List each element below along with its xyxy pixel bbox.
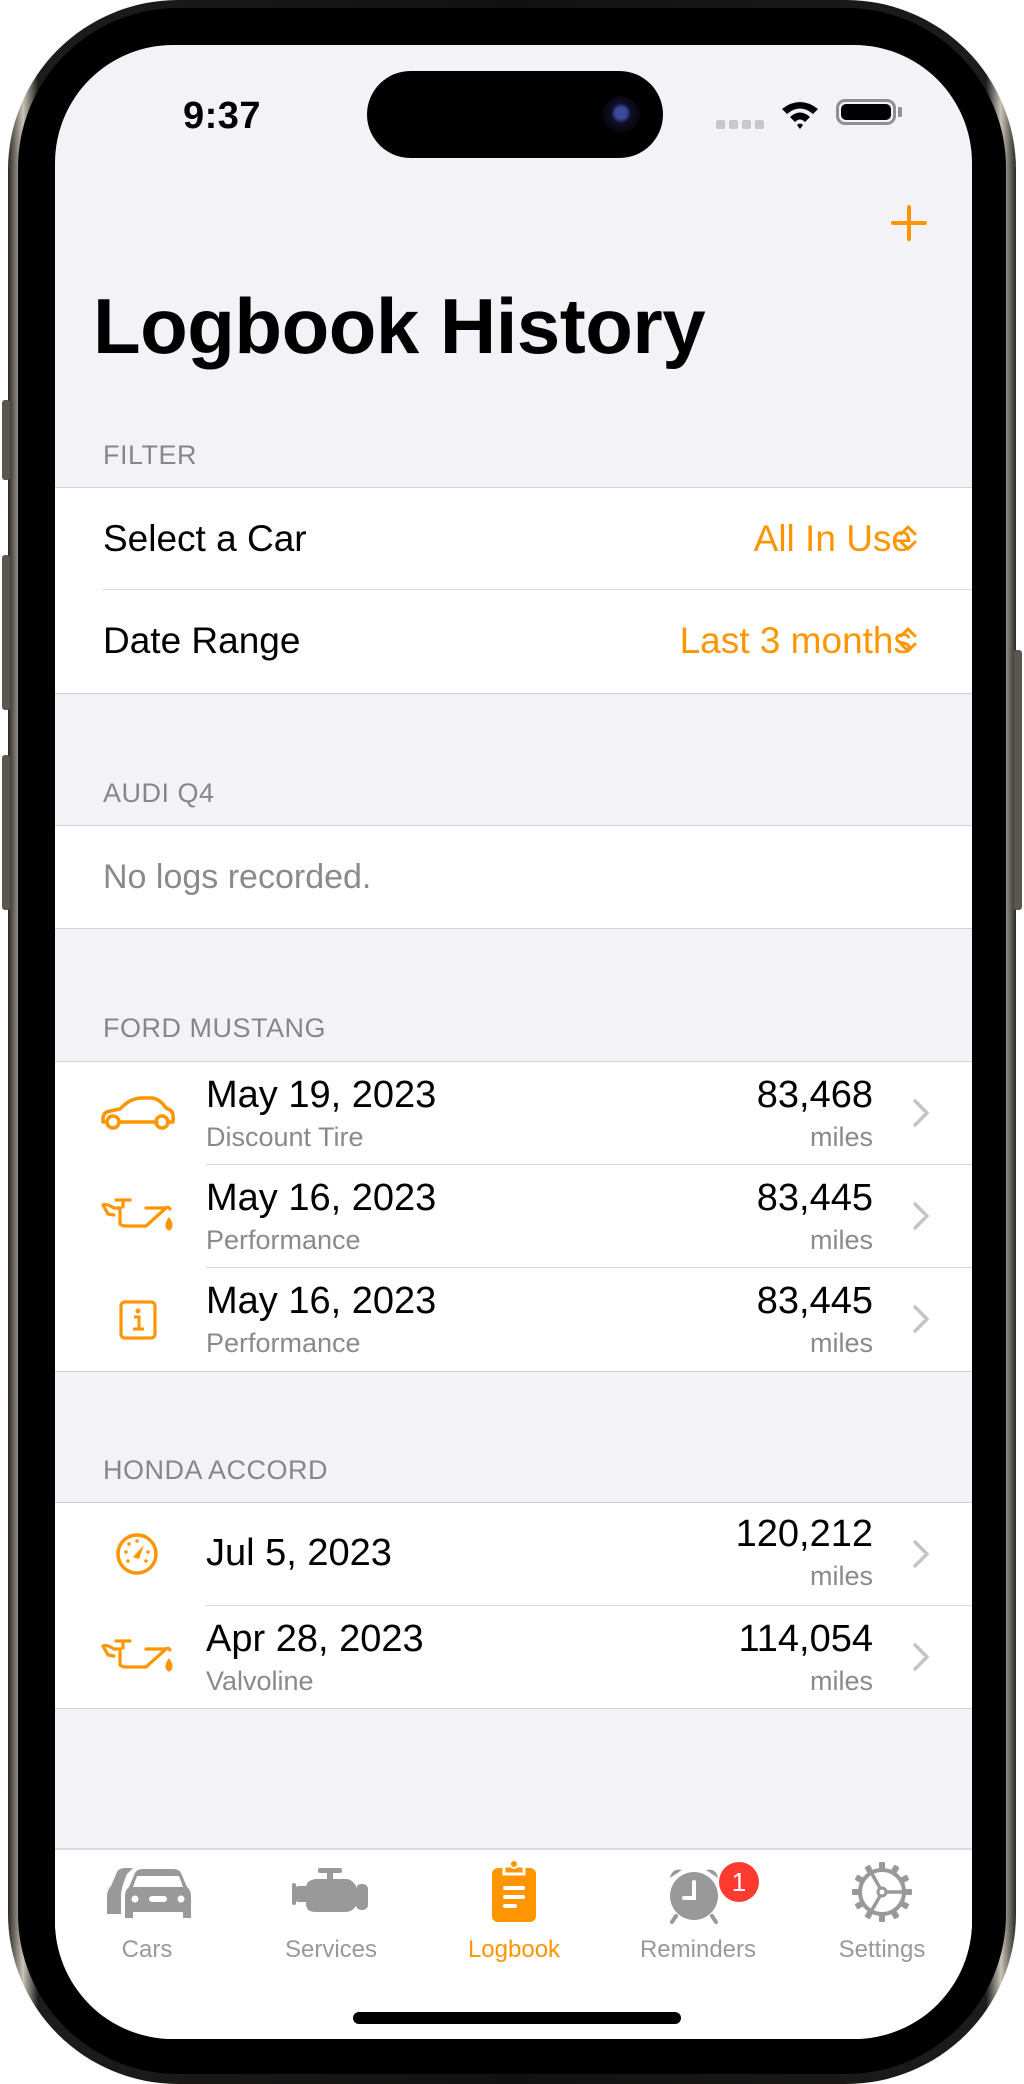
tab-bar: Cars Services Logbook Reminders 1 Settin… [55,1848,972,2039]
info-icon [119,1300,157,1340]
log-mileage-unit: miles [809,1122,873,1152]
filter-row-date-range[interactable]: Date Range Last 3 months [55,590,972,693]
oil-can-icon [101,1639,173,1672]
power-button [1014,650,1022,910]
cars-icon [107,1868,191,1918]
tab-label: Reminders [639,1936,757,1963]
tab-logbook[interactable]: Logbook [422,1850,606,1980]
tab-cars[interactable]: Cars [55,1850,239,1980]
page-title: Logbook History [93,282,706,370]
screen: 9:37 Logbook History FILTER Select a Car… [55,45,972,2039]
log-date: Jul 5, 2023 [206,1532,392,1574]
chevron-right-icon [913,1202,929,1230]
home-indicator[interactable] [353,2012,681,2024]
chevron-right-icon [913,1540,929,1568]
log-date: May 16, 2023 [206,1177,437,1219]
log-mileage: 83,468 [756,1074,873,1116]
chevron-right-icon [913,1305,929,1333]
volume-up-button [2,555,10,710]
tab-label: Settings [838,1936,926,1963]
log-vendor: Valvoline [206,1666,314,1696]
dynamic-island [367,71,663,158]
log-mileage-unit: miles [809,1561,873,1591]
log-mileage-unit: miles [809,1328,873,1358]
log-date: Apr 28, 2023 [206,1618,424,1660]
section-header-honda: HONDA ACCORD [103,1455,329,1485]
log-entry-row[interactable]: Apr 28, 2023 Valvoline 114,054 miles [55,1606,972,1709]
chevron-up-down-icon [899,525,917,551]
clipboard-icon [492,1860,536,1922]
filter-date-label: Date Range [103,620,301,661]
ford-card: May 19, 2023 Discount Tire 83,468 miles … [55,1061,972,1372]
section-header-filter: FILTER [103,440,198,470]
tab-settings[interactable]: Settings [790,1850,972,1980]
filter-car-value[interactable]: All In Use [754,518,912,560]
action-button [2,400,10,480]
log-mileage: 83,445 [756,1177,873,1219]
engine-icon [292,1868,368,1912]
oil-can-icon [101,1198,173,1231]
section-header-ford: FORD MUSTANG [103,1013,326,1043]
log-mileage: 114,054 [738,1618,873,1660]
filter-card: Select a Car All In Use Date Range Last … [55,487,972,694]
tab-label: Cars [121,1936,173,1963]
log-entry-row[interactable]: Jul 5, 2023 120,212 miles [55,1503,972,1606]
log-vendor: Performance [206,1328,361,1358]
log-mileage: 120,212 [735,1513,873,1555]
empty-state-text: No logs recorded. [103,858,372,896]
tab-label: Services [284,1936,378,1963]
tab-reminders[interactable]: Reminders [606,1850,790,1980]
chevron-right-icon [913,1099,929,1127]
log-date: May 16, 2023 [206,1280,437,1322]
tab-services[interactable]: Services [239,1850,423,1980]
car-icon [101,1096,175,1130]
status-time: 9:37 [183,95,262,137]
chevron-up-down-icon [899,627,917,653]
wifi-icon [782,102,818,129]
battery-icon [836,99,896,125]
gauge-icon [116,1533,158,1575]
honda-card: Jul 5, 2023 120,212 miles Apr 28, 2023 V… [55,1502,972,1709]
camera-lens-icon [602,96,640,134]
log-vendor: Discount Tire [206,1122,364,1152]
log-entry-row[interactable]: May 16, 2023 Performance 83,445 miles [55,1268,972,1371]
battery-cap [898,107,902,117]
signal-icon [716,120,764,129]
log-mileage: 83,445 [756,1280,873,1322]
log-mileage-unit: miles [809,1225,873,1255]
log-date: May 19, 2023 [206,1074,437,1116]
audi-card: No logs recorded. [55,825,972,929]
filter-car-label: Select a Car [103,518,307,559]
alarm-clock-icon [670,1869,718,1924]
chevron-right-icon [913,1643,929,1671]
filter-date-value[interactable]: Last 3 months [680,620,912,662]
notification-badge: 1 [719,1862,759,1902]
filter-row-car[interactable]: Select a Car All In Use [55,488,972,590]
tab-label: Logbook [467,1936,561,1963]
log-mileage-unit: miles [809,1666,873,1696]
log-entry-row[interactable]: May 16, 2023 Performance 83,445 miles [55,1165,972,1268]
log-vendor: Performance [206,1225,361,1255]
volume-down-button [2,755,10,910]
log-entry-row[interactable]: May 19, 2023 Discount Tire 83,468 miles [55,1062,972,1165]
gear-icon [852,1862,912,1922]
section-header-audi: AUDI Q4 [103,778,215,808]
add-log-button[interactable] [887,201,931,245]
